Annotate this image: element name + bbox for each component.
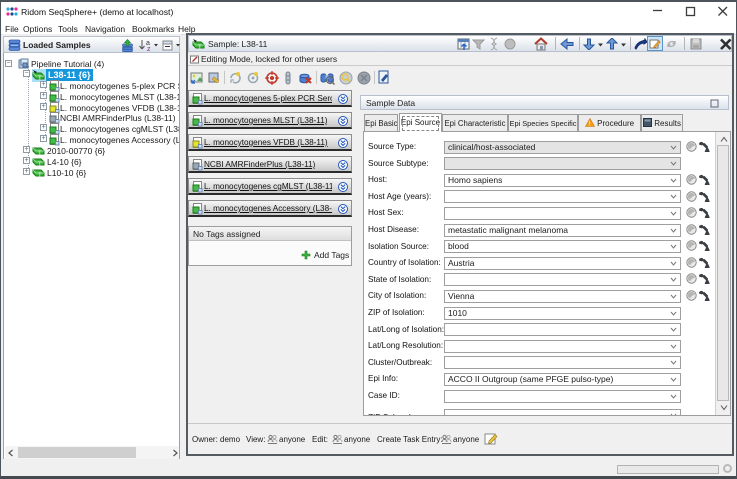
svg-text:z: z (147, 46, 151, 52)
svg-text:T: T (38, 173, 42, 178)
svg-text:T: T (198, 45, 202, 50)
